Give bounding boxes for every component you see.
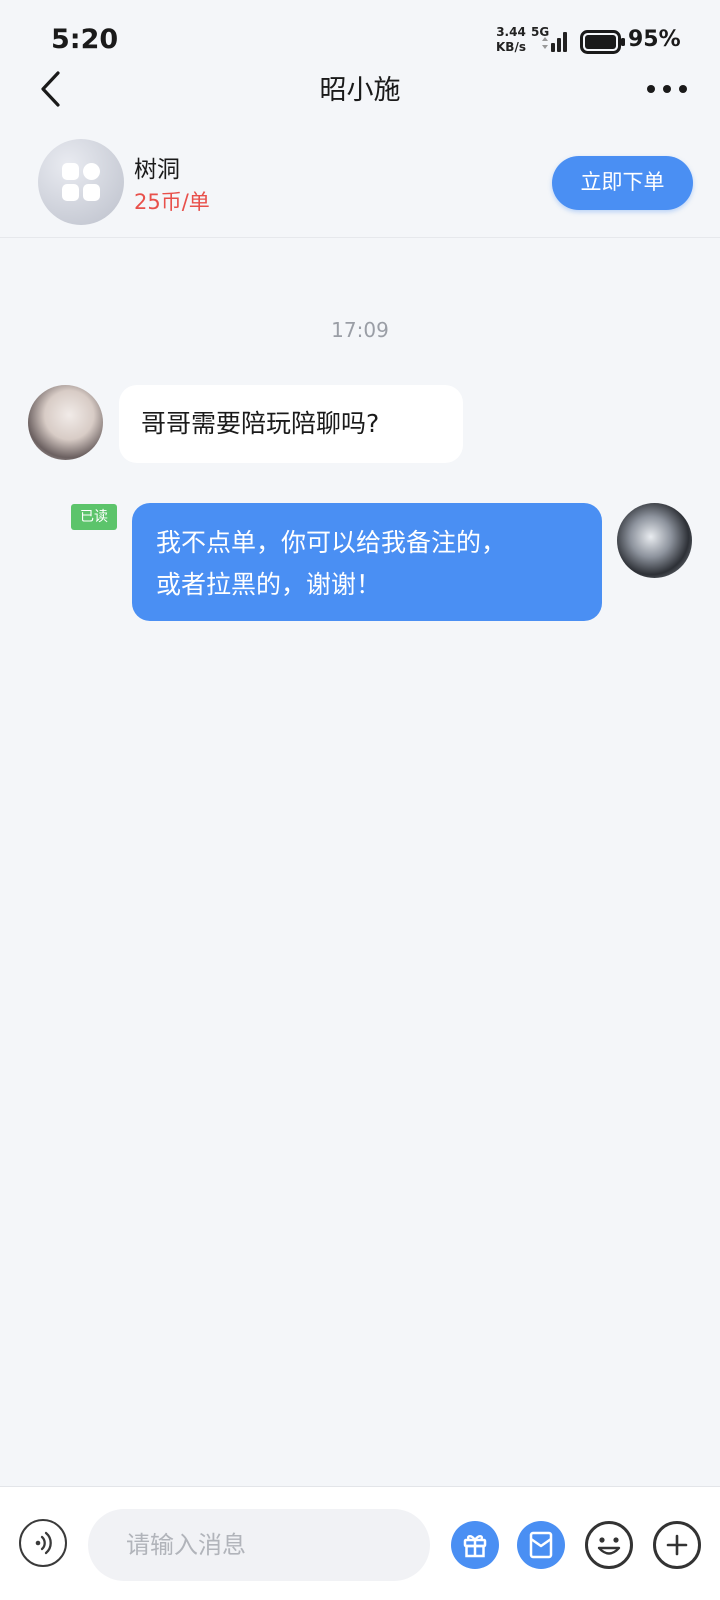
battery-icon	[580, 30, 625, 54]
page-title: 昭小施	[319, 75, 401, 106]
service-price: 25币/单	[134, 190, 210, 214]
status-bar: 5:20 3.44 KB/s 5G 95%	[0, 0, 720, 60]
message-line: 或者拉黑的，谢谢！	[156, 570, 382, 599]
message-timestamp: 17:09	[331, 318, 389, 342]
message-line: 我不点单，你可以给我备注的，	[156, 528, 507, 557]
battery-percentage: 95%	[628, 27, 681, 52]
more-dots-icon[interactable]	[646, 76, 688, 102]
signal-icon	[542, 32, 567, 52]
chat-header: 昭小施	[0, 60, 720, 120]
my-avatar[interactable]	[617, 503, 692, 578]
network-speed-unit: KB/s	[496, 40, 526, 54]
network-speed: 3.44 KB/s	[496, 25, 526, 55]
incoming-message-bubble: 哥哥需要陪玩陪聊吗?	[119, 385, 463, 463]
red-packet-icon[interactable]	[517, 1521, 565, 1569]
contact-avatar[interactable]	[28, 385, 103, 460]
emoji-icon[interactable]	[585, 1521, 633, 1569]
status-time: 5:20	[51, 24, 119, 55]
network-speed-value: 3.44	[496, 25, 526, 39]
grid-apps-icon	[38, 139, 124, 225]
outgoing-message-bubble: 我不点单，你可以给我备注的， 或者拉黑的，谢谢！	[132, 503, 602, 621]
voice-icon[interactable]	[19, 1519, 67, 1567]
gift-icon[interactable]	[451, 1521, 499, 1569]
input-bar	[0, 1486, 720, 1600]
order-now-button[interactable]: 立即下单	[552, 156, 693, 210]
message-input[interactable]	[88, 1509, 430, 1581]
read-status-badge: 已读	[71, 504, 117, 530]
service-name: 树洞	[134, 157, 180, 183]
service-card: 树洞 25币/单 立即下单	[0, 120, 720, 238]
plus-icon[interactable]	[653, 1521, 701, 1569]
